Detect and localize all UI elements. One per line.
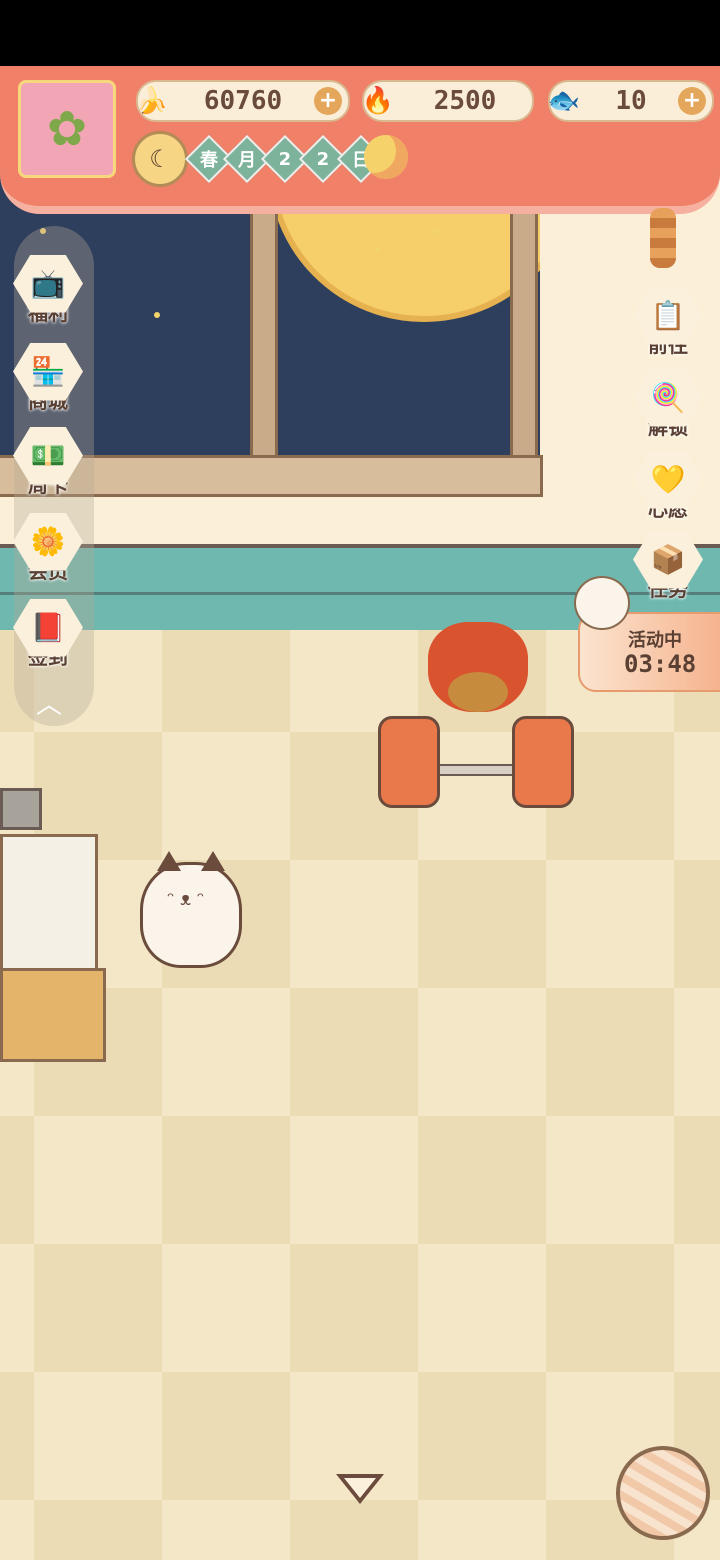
- cat-ear: [201, 851, 225, 871]
- rope-pull[interactable]: [650, 208, 676, 268]
- fish-value: 10: [615, 86, 647, 116]
- clock-icon[interactable]: ☾: [132, 131, 188, 187]
- cat-ear: [157, 851, 181, 871]
- tv-icon: 📺: [13, 254, 83, 313]
- display-case-sign: [0, 788, 42, 830]
- banana-counter: 🍌 60760 +: [136, 80, 350, 122]
- welfare-button[interactable]: 📺 福利: [8, 252, 88, 328]
- window-frame: [510, 170, 538, 465]
- star: [154, 312, 160, 318]
- fire-icon: 🔥: [361, 86, 395, 116]
- fish-counter: 🐟 10 +: [548, 80, 714, 122]
- barbell-plate: [512, 716, 574, 808]
- status-bar: [0, 0, 720, 66]
- display-case[interactable]: [0, 834, 98, 976]
- add-fish-button[interactable]: +: [678, 87, 706, 115]
- member-button[interactable]: 🌼 会员: [8, 510, 88, 586]
- shop-button[interactable]: 🏪 商城: [8, 340, 88, 416]
- fish-icon: 🐟: [547, 86, 581, 116]
- add-banana-button[interactable]: +: [314, 87, 342, 115]
- task-box-icon: 📦: [633, 530, 703, 589]
- event-cat-icon: [574, 576, 630, 630]
- avatar[interactable]: ✿: [18, 80, 116, 178]
- window-frame: [250, 170, 278, 465]
- shop-icon: 🏪: [13, 342, 83, 401]
- banana-icon: 🍌: [135, 86, 169, 116]
- star: [374, 246, 380, 252]
- cat-character[interactable]: ᵔ ᴥ ᵔ: [140, 851, 242, 968]
- weekly-card-icon: 💵: [13, 426, 83, 485]
- star: [434, 228, 440, 234]
- weekly-card-button[interactable]: 💵 周卡: [8, 424, 88, 500]
- lion-face: [448, 672, 508, 712]
- event-timer: 03:48: [624, 650, 697, 678]
- unlock-button[interactable]: 🍭 解锁: [628, 366, 708, 442]
- lollipop-icon: 🍭: [633, 368, 703, 427]
- flower-icon: 🌼: [13, 512, 83, 571]
- barbell-plate: [378, 716, 440, 808]
- wish-button[interactable]: 💛 心愿: [628, 448, 708, 524]
- chevron-up-icon[interactable]: ︿: [36, 684, 64, 720]
- fire-counter: 🔥 2500: [362, 80, 534, 122]
- moon-icon[interactable]: [364, 135, 408, 179]
- display-case-base: [0, 968, 106, 1062]
- yarn-ball-icon[interactable]: [616, 1446, 710, 1540]
- game-date: ☾ 春 月 2 2 日: [132, 131, 386, 187]
- event-status: 活动中: [628, 630, 682, 651]
- task-button[interactable]: 📦 任务: [628, 528, 708, 604]
- banana-value: 60760: [203, 86, 283, 116]
- check-in-button[interactable]: 📕 签到: [8, 596, 88, 672]
- go-to-button[interactable]: 📋 前往: [628, 284, 708, 360]
- scroll-down-arrow-icon[interactable]: [336, 1474, 384, 1504]
- calendar-icon: 📕: [13, 598, 83, 657]
- cat-face: ᵔ ᴥ ᵔ: [167, 889, 205, 910]
- heart-book-icon: 💛: [633, 450, 703, 509]
- fire-value: 2500: [433, 86, 497, 116]
- checkered-floor: [0, 630, 720, 1560]
- board-icon: 📋: [633, 286, 703, 345]
